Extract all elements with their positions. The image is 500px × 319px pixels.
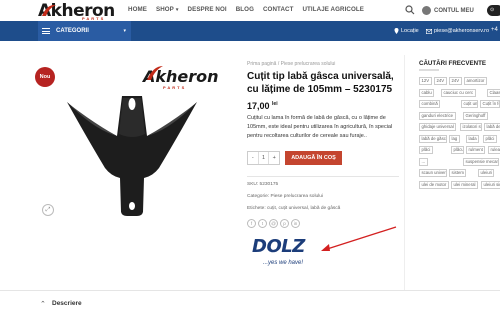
location-pin-icon [394,28,399,34]
nav-contact[interactable]: CONTACT [263,6,294,13]
tag-chip[interactable]: labă de gâscă [484,123,500,131]
description-tab-label: Descriere [52,300,82,307]
tag-chip[interactable]: rulment [466,146,486,154]
tag-chip[interactable]: Claas [487,88,500,97]
nav-despre-noi[interactable]: DESPRE NOI [188,6,227,13]
sidebar-divider [404,55,405,319]
tag-chip[interactable]: labă de găscă [419,134,447,143]
tag-chip[interactable]: ganduri electrice [419,111,456,120]
svg-text:PARTS: PARTS [163,85,186,90]
hamburger-icon [42,28,50,34]
top-header: Akheron PARTS HOME SHOP ▾ DESPRE NOI BLOG… [0,0,500,21]
tag-chip[interactable]: cablu [419,88,435,97]
tag-chip[interactable]: izolatori stilistic [460,123,482,131]
tag-chip[interactable]: uleiuri sintetic [481,180,500,189]
price-value: 17,00 [247,101,270,111]
product-title: Cuțit tip labă gâsca universală, cu lăți… [247,71,394,95]
categories-dropdown-button[interactable]: CATEGORII ▾ [38,21,131,41]
tag-chip[interactable]: 24V [449,77,462,85]
tag-chip[interactable]: lag [449,134,460,143]
price-currency: lei [272,101,278,107]
divider [247,176,399,177]
tag-chip[interactable]: ulei mineral [451,180,478,189]
pinterest-icon[interactable]: p [280,219,289,228]
location-label: Locație [401,28,419,34]
nav-home[interactable]: HOME [128,6,147,13]
location-link[interactable]: Locație [394,28,419,34]
quantity-minus-button[interactable]: - [248,152,258,164]
tag-chip[interactable]: lada [466,134,480,143]
sidebar-title-underline [419,69,439,71]
product-price: 17,00 lei [247,101,278,111]
nav-utilaje-agricole[interactable]: UTILAJE AGRICOLE [302,6,364,13]
tag-chip[interactable]: scaun universal [419,169,447,177]
tag-chip[interactable]: ghidaje universal [419,123,457,131]
site-logo[interactable]: Akheron PARTS [38,1,124,21]
tag-chip[interactable]: Geringhoff [463,111,488,120]
tag-chip[interactable]: suspensie mecanică [463,157,499,166]
cart-icon[interactable]: ⊙ [487,5,500,16]
quantity-stepper[interactable]: - 1 + [247,151,280,165]
twitter-icon[interactable]: t [258,219,267,228]
nav-shop[interactable]: SHOP ▾ [156,6,179,13]
tag-chip[interactable]: uleiuri [478,169,495,177]
tag-chip[interactable]: 24V [434,77,447,85]
zoom-expand-icon[interactable]: ⤢ [42,204,54,216]
tag-chip[interactable]: ... [419,157,428,166]
tag-chip[interactable]: Cuțit în formă de L [480,100,500,108]
chevron-up-icon: ⌃ [40,301,46,308]
red-arrow-annotation [321,226,397,251]
main-nav: HOME SHOP ▾ DESPRE NOI BLOG CONTACT UTILA… [128,6,373,13]
account-link[interactable]: CONTUL MEU [422,6,474,15]
breadcrumb-category[interactable]: Piese prelucrarea solului [281,61,336,67]
chevron-down-icon: ▾ [175,7,179,13]
user-icon [422,6,431,15]
product-page: Akheron PARTS HOME SHOP ▾ DESPRE NOI BLOG… [0,0,500,319]
product-image[interactable]: Akheron PARTS [35,60,230,230]
email-text: piese@akheronserv.ro [434,28,490,34]
tag-chip[interactable]: plăcuțe [451,146,464,154]
product-sku: SKU: 5230175 [247,182,279,187]
nav-blog[interactable]: BLOG [236,6,254,13]
tag-chip[interactable]: ulei de motor [419,180,449,189]
tag-chip[interactable]: amortizor [464,77,487,85]
tag-chip[interactable]: plăci [483,134,497,143]
tag-chip[interactable]: cauciuc cu cerc [441,88,476,97]
image-brand-logo: Akheron [141,67,219,86]
product-category: Categorie: Piese prelucrarea solului [247,194,323,199]
tag-chip[interactable]: combină [419,100,441,108]
tag-chip[interactable]: plăci [419,146,433,154]
categories-label: CATEGORII [56,28,89,34]
product-tags: Etichete: cuțit, cuțit universal, labă d… [247,206,341,211]
search-icon[interactable] [405,5,415,15]
quantity-plus-button[interactable]: + [269,152,279,164]
quantity-input[interactable]: 1 [257,152,270,164]
email-link[interactable]: piese@akheronserv.ro [426,28,489,34]
account-label: CONTUL MEU [434,7,474,14]
nav-shop-label: SHOP [155,6,174,13]
description-tab[interactable]: ⌃ Descriere [0,290,500,319]
tag-chip[interactable]: sistem [449,169,467,177]
phone-number[interactable]: +4 [491,27,498,33]
facebook-icon[interactable]: f [247,219,256,228]
dolz-tagline: ...yes we have! [263,260,304,266]
dolz-brand-logo: DOLZ ...yes we have! [252,236,322,272]
email-share-icon[interactable]: @ [269,219,278,228]
product-short-description: Cuțitul cu lama în formă de labă de gâsc… [247,115,393,139]
tag-chip[interactable]: cuțit universal [461,100,478,108]
tag-chip[interactable]: 12V [419,77,432,85]
mail-icon [426,28,432,34]
linkedin-icon[interactable]: in [291,219,300,228]
breadcrumb: Prima pagină / Piese prelucrarea solului [247,61,335,67]
share-icons: f t @ p in [247,219,300,228]
category-bar: CATEGORII ▾ Locație piese@akheronserv.ro… [0,21,500,41]
logo-swoosh-icon [42,4,56,16]
chevron-down-icon: ▾ [123,28,126,34]
breadcrumb-home[interactable]: Prima pagină [247,61,276,67]
dolz-wordmark: DOLZ [252,236,305,257]
add-to-cart-button[interactable]: ADAUGĂ ÎN COȘ [285,151,342,165]
tag-chip[interactable]: ruleaz [488,146,500,154]
sidebar-title: CĂUTĂRI FRECVENTE [419,60,487,67]
